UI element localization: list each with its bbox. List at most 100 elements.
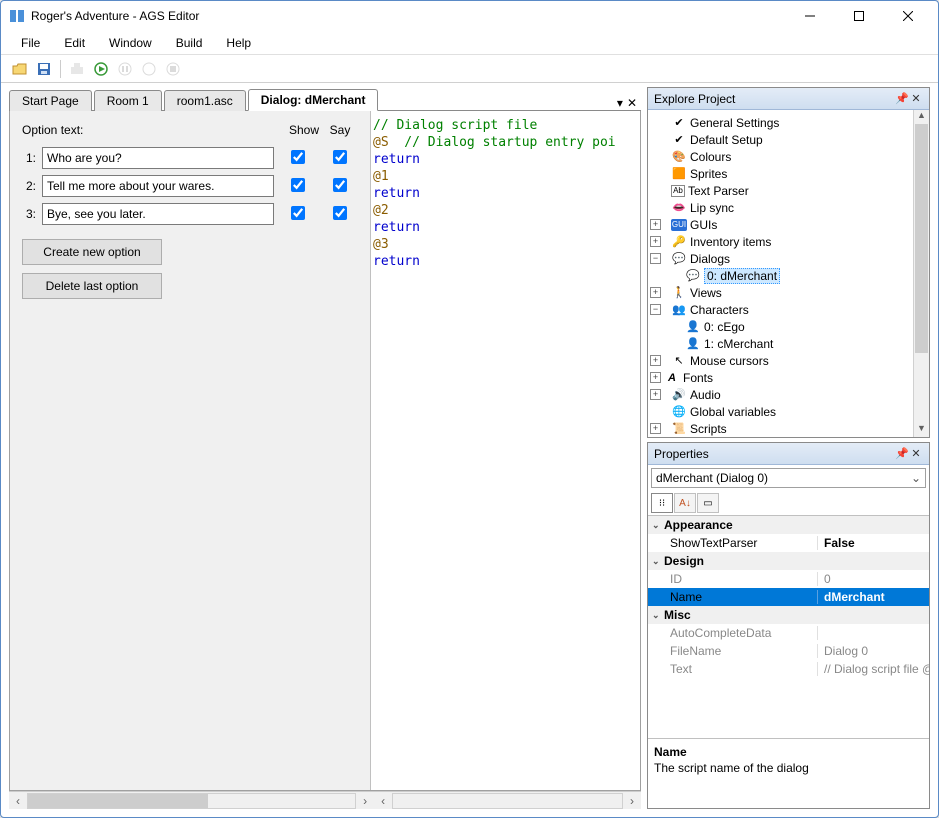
tree-cursors[interactable]: Mouse cursors — [690, 354, 769, 368]
project-tree[interactable]: ✔General Settings ✔Default Setup 🎨Colour… — [648, 110, 929, 437]
tree-guis[interactable]: GUIs — [690, 218, 717, 232]
tree-scripts[interactable]: Scripts — [690, 422, 727, 436]
panel-close-icon[interactable]: ✕ — [909, 447, 923, 460]
option-text-input-1[interactable] — [42, 147, 274, 169]
tree-text-parser[interactable]: Text Parser — [688, 184, 749, 198]
run-icon[interactable] — [90, 58, 112, 80]
explore-project-title: Explore Project 📌 ✕ — [648, 88, 929, 110]
chevron-down-icon[interactable]: ⌄ — [652, 556, 664, 567]
view-icon: 🚶 — [671, 285, 687, 301]
option-text-input-3[interactable] — [42, 203, 274, 225]
tab-dialog-dmerchant[interactable]: Dialog: dMerchant — [248, 89, 379, 111]
option-text-input-2[interactable] — [42, 175, 274, 197]
expander-icon[interactable]: + — [650, 389, 661, 400]
stop-icon — [162, 58, 184, 80]
panel-close-icon[interactable]: ✕ — [909, 92, 923, 105]
document-tabs: Start Page Room 1 room1.asc Dialog: dMer… — [9, 87, 641, 111]
pin-icon[interactable]: 📌 — [895, 92, 909, 105]
check-icon: ✔ — [671, 132, 687, 148]
prop-id: ID — [648, 572, 818, 586]
pause-icon — [114, 58, 136, 80]
scroll-left-icon-2[interactable]: ‹ — [374, 794, 392, 808]
tree-default-setup[interactable]: Default Setup — [690, 133, 763, 147]
dialog-options-pane: Option text: Show Say 1: 2: — [10, 111, 370, 790]
option-number: 3: — [22, 207, 36, 221]
tree-dialogs[interactable]: Dialogs — [690, 252, 730, 266]
create-option-button[interactable]: Create new option — [22, 239, 162, 265]
tree-inventory[interactable]: Inventory items — [690, 235, 771, 249]
tree-characters[interactable]: Characters — [690, 303, 749, 317]
prop-name[interactable]: Name — [648, 590, 818, 604]
expander-icon[interactable]: − — [650, 253, 661, 264]
characters-icon: 👥 — [671, 302, 687, 318]
script-icon: 📜 — [671, 421, 687, 437]
menu-file[interactable]: File — [11, 33, 50, 53]
expander-icon[interactable]: + — [650, 236, 661, 247]
tab-close-icon[interactable]: ✕ — [627, 96, 637, 110]
tree-fonts[interactable]: Fonts — [683, 371, 713, 385]
tree-globals[interactable]: Global variables — [690, 405, 776, 419]
expander-icon[interactable]: + — [650, 372, 661, 383]
scroll-up-icon[interactable]: ▲ — [914, 110, 929, 124]
tree-audio[interactable]: Audio — [690, 388, 721, 402]
expander-icon[interactable]: + — [650, 287, 661, 298]
prop-categorized-button[interactable]: ⁝⁝ — [651, 493, 673, 513]
prop-showtextparser[interactable]: ShowTextParser — [648, 536, 818, 550]
option-say-checkbox-3[interactable] — [333, 206, 347, 220]
tree-dialog-dmerchant[interactable]: 0: dMerchant — [704, 268, 780, 284]
expander-icon[interactable]: + — [650, 423, 661, 434]
tree-sprites[interactable]: Sprites — [690, 167, 727, 181]
tab-room1-asc[interactable]: room1.asc — [164, 90, 246, 111]
menu-help[interactable]: Help — [216, 33, 261, 53]
scroll-left-icon[interactable]: ‹ — [9, 794, 27, 808]
font-icon: A — [664, 370, 680, 386]
prop-pages-button[interactable]: ▭ — [697, 493, 719, 513]
tab-room1[interactable]: Room 1 — [94, 90, 162, 111]
maximize-button[interactable] — [836, 2, 881, 30]
tree-scrollbar[interactable]: ▲ ▼ — [913, 110, 929, 437]
tree-char-cmerchant[interactable]: 1: cMerchant — [704, 337, 773, 351]
menu-edit[interactable]: Edit — [54, 33, 95, 53]
scroll-down-icon[interactable]: ▼ — [914, 423, 929, 437]
option-say-checkbox-2[interactable] — [333, 178, 347, 192]
prop-alphabetical-button[interactable]: A↓ — [674, 493, 696, 513]
tree-general-settings[interactable]: General Settings — [690, 116, 779, 130]
scroll-right-icon[interactable]: › — [356, 794, 374, 808]
tree-char-cego[interactable]: 0: cEgo — [704, 320, 745, 334]
prop-filename: FileName — [648, 644, 818, 658]
properties-title: Properties 📌 ✕ — [648, 443, 929, 465]
expander-icon[interactable]: − — [650, 304, 661, 315]
tree-views[interactable]: Views — [690, 286, 722, 300]
cursor-icon: ↖ — [671, 353, 687, 369]
option-show-checkbox-3[interactable] — [291, 206, 305, 220]
properties-object-selector[interactable]: dMerchant (Dialog 0)⌄ — [651, 468, 926, 488]
delete-option-button[interactable]: Delete last option — [22, 273, 162, 299]
dialog-script-editor[interactable]: // Dialog script file @S // Dialog start… — [370, 111, 640, 790]
expander-icon[interactable]: + — [650, 219, 661, 230]
pin-icon[interactable]: 📌 — [895, 447, 909, 460]
property-description: Name The script name of the dialog — [648, 738, 929, 808]
expander-icon[interactable]: + — [650, 355, 661, 366]
save-icon[interactable] — [33, 58, 55, 80]
menu-window[interactable]: Window — [99, 33, 162, 53]
tab-start-page[interactable]: Start Page — [9, 90, 92, 111]
chevron-down-icon[interactable]: ⌄ — [652, 520, 664, 531]
tab-dropdown-icon[interactable]: ▾ — [617, 96, 623, 110]
show-header: Show — [286, 123, 322, 137]
scroll-right-icon-2[interactable]: › — [623, 794, 641, 808]
globe-icon: 🌐 — [671, 404, 687, 420]
prop-cat-misc[interactable]: Misc — [664, 608, 691, 622]
close-button[interactable] — [885, 2, 930, 30]
option-show-checkbox-2[interactable] — [291, 178, 305, 192]
prop-cat-appearance[interactable]: Appearance — [664, 518, 733, 532]
chevron-down-icon[interactable]: ⌄ — [652, 610, 664, 621]
horizontal-scrollbar[interactable]: ‹ › ‹ › — [9, 791, 641, 809]
prop-cat-design[interactable]: Design — [664, 554, 704, 568]
menu-build[interactable]: Build — [166, 33, 213, 53]
open-icon[interactable] — [9, 58, 31, 80]
tree-lipsync[interactable]: Lip sync — [690, 201, 734, 215]
option-show-checkbox-1[interactable] — [291, 150, 305, 164]
minimize-button[interactable] — [787, 2, 832, 30]
tree-colours[interactable]: Colours — [690, 150, 731, 164]
option-say-checkbox-1[interactable] — [333, 150, 347, 164]
